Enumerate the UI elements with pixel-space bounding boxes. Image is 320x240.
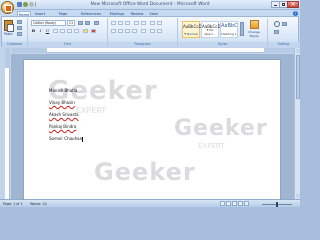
replace-icon[interactable]	[282, 22, 287, 26]
underline-button[interactable]: U	[45, 28, 50, 33]
style-sample: AaBbC	[221, 23, 238, 29]
scroll-thumb[interactable]	[296, 55, 300, 99]
close-button[interactable]	[287, 0, 299, 8]
paragraph-group-label: Paragraph	[108, 42, 177, 47]
copy-icon[interactable]	[17, 26, 22, 30]
strikethrough-icon[interactable]	[53, 29, 58, 33]
font-group-label: Font	[28, 42, 107, 47]
increase-indent-icon[interactable]	[141, 21, 146, 25]
style-normal[interactable]: AaBbCcDc ¶ Normal	[182, 21, 204, 38]
outline-view-icon[interactable]	[238, 201, 243, 206]
highlight-icon[interactable]	[83, 29, 88, 33]
clipboard-group-label: Clipboard	[2, 42, 27, 47]
horizontal-ruler	[12, 48, 295, 53]
sort-icon[interactable]	[150, 21, 155, 25]
paragraph-group: Paragraph	[108, 18, 178, 47]
document-line: Akash Srivasta	[49, 112, 79, 117]
paste-icon[interactable]	[4, 20, 14, 32]
editing-group: Editing	[268, 18, 299, 47]
bold-button[interactable]: B	[31, 28, 36, 33]
window-controls	[271, 0, 299, 8]
justify-icon[interactable]	[132, 29, 137, 33]
change-styles-label[interactable]: Change Styles	[247, 30, 261, 38]
watermark-brand: Geeker	[94, 158, 196, 186]
style-sample: AaBbCcDc	[183, 24, 204, 29]
show-marks-icon[interactable]	[157, 21, 162, 25]
font-color-icon[interactable]	[91, 29, 96, 33]
subscript-icon[interactable]	[60, 29, 65, 33]
select-icon[interactable]	[274, 30, 279, 34]
style-heading-1[interactable]: AaBbC Heading 1	[220, 21, 238, 38]
vertical-ruler	[5, 48, 10, 199]
ribbon: Paste Clipboard Calibri (Body) 11 B I U …	[1, 16, 299, 47]
bullets-icon[interactable]	[111, 21, 116, 25]
find-icon[interactable]	[274, 21, 280, 27]
status-bar: Page: 1 of 1 Words: 10	[0, 199, 300, 207]
align-center-icon[interactable]	[118, 29, 123, 33]
numbering-icon[interactable]	[118, 21, 123, 25]
document-line: Manish Bhatia	[49, 88, 78, 93]
watermark-sub: EXPERT	[198, 142, 225, 150]
print-layout-view-icon[interactable]	[220, 201, 225, 206]
page-count[interactable]: Page: 1 of 1	[3, 202, 23, 206]
shading-icon[interactable]	[150, 29, 155, 33]
font-name-select[interactable]: Calibri (Body)	[31, 20, 66, 26]
clear-formatting-icon[interactable]	[94, 21, 99, 25]
style-name: ¶ Normal	[184, 32, 198, 36]
full-screen-reading-icon[interactable]	[226, 201, 231, 206]
style-name: ¶ No Spaci...	[204, 28, 216, 36]
align-left-icon[interactable]	[111, 29, 116, 33]
watermark-sub: EXPERT	[76, 106, 107, 115]
document-line: Vinay Bhasin	[49, 100, 75, 105]
editing-group-label: Editing	[268, 42, 299, 47]
shrink-font-icon[interactable]	[85, 21, 90, 25]
decrease-indent-icon[interactable]	[134, 21, 139, 25]
vertical-scrollbar[interactable]	[294, 48, 300, 199]
borders-icon[interactable]	[157, 29, 162, 33]
font-group: Calibri (Body) 11 B I U Font	[28, 18, 108, 47]
align-right-icon[interactable]	[125, 29, 130, 33]
styles-scroll[interactable]	[240, 22, 244, 36]
line-spacing-icon[interactable]	[141, 29, 146, 33]
change-styles-icon[interactable]	[250, 20, 259, 29]
cut-icon[interactable]	[17, 20, 22, 24]
document-line-text: Somvir Chauhan	[49, 136, 83, 141]
draft-view-icon[interactable]	[244, 201, 249, 206]
styles-group: AaBbCcDc ¶ Normal AaBbCcDc ¶ No Spaci...…	[178, 18, 268, 47]
document-line: Pankaj Bindra	[49, 124, 77, 129]
window-title: New Microsoft Office Word Document - Mic…	[90, 2, 210, 7]
document-page[interactable]: Geeker EXPERT Geeker EXPERT Geeker Manis…	[23, 59, 281, 199]
clipboard-group: Paste Clipboard	[2, 18, 28, 47]
web-layout-icon[interactable]	[232, 201, 237, 206]
style-no-spacing[interactable]: AaBbCcDc ¶ No Spaci...	[201, 21, 223, 38]
paste-button-label[interactable]: Paste	[4, 32, 13, 36]
office-button[interactable]	[1, 1, 14, 14]
change-case-icon[interactable]	[74, 29, 79, 33]
multilevel-list-icon[interactable]	[125, 21, 130, 25]
title-bar: New Microsoft Office Word Document - Mic…	[0, 0, 300, 10]
italic-button[interactable]: I	[38, 28, 43, 33]
scroll-down-icon[interactable]	[296, 194, 300, 198]
superscript-icon[interactable]	[67, 29, 72, 33]
document-line-last: Somvir Chauhan	[49, 136, 84, 142]
grow-font-icon[interactable]	[78, 21, 83, 25]
style-name: Heading 1	[221, 32, 237, 36]
word-window: New Microsoft Office Word Document - Mic…	[0, 0, 300, 207]
scroll-up-icon[interactable]	[296, 49, 300, 53]
watermark-brand: Geeker	[174, 116, 268, 141]
document-area: Geeker EXPERT Geeker EXPERT Geeker Manis…	[11, 54, 294, 199]
text-caret	[82, 136, 84, 142]
styles-group-label: Styles	[178, 42, 267, 47]
font-size-select[interactable]: 11	[67, 20, 75, 26]
word-count[interactable]: Words: 10	[30, 202, 47, 206]
zoom-slider-knob[interactable]	[276, 202, 278, 207]
format-painter-icon[interactable]	[17, 32, 22, 36]
